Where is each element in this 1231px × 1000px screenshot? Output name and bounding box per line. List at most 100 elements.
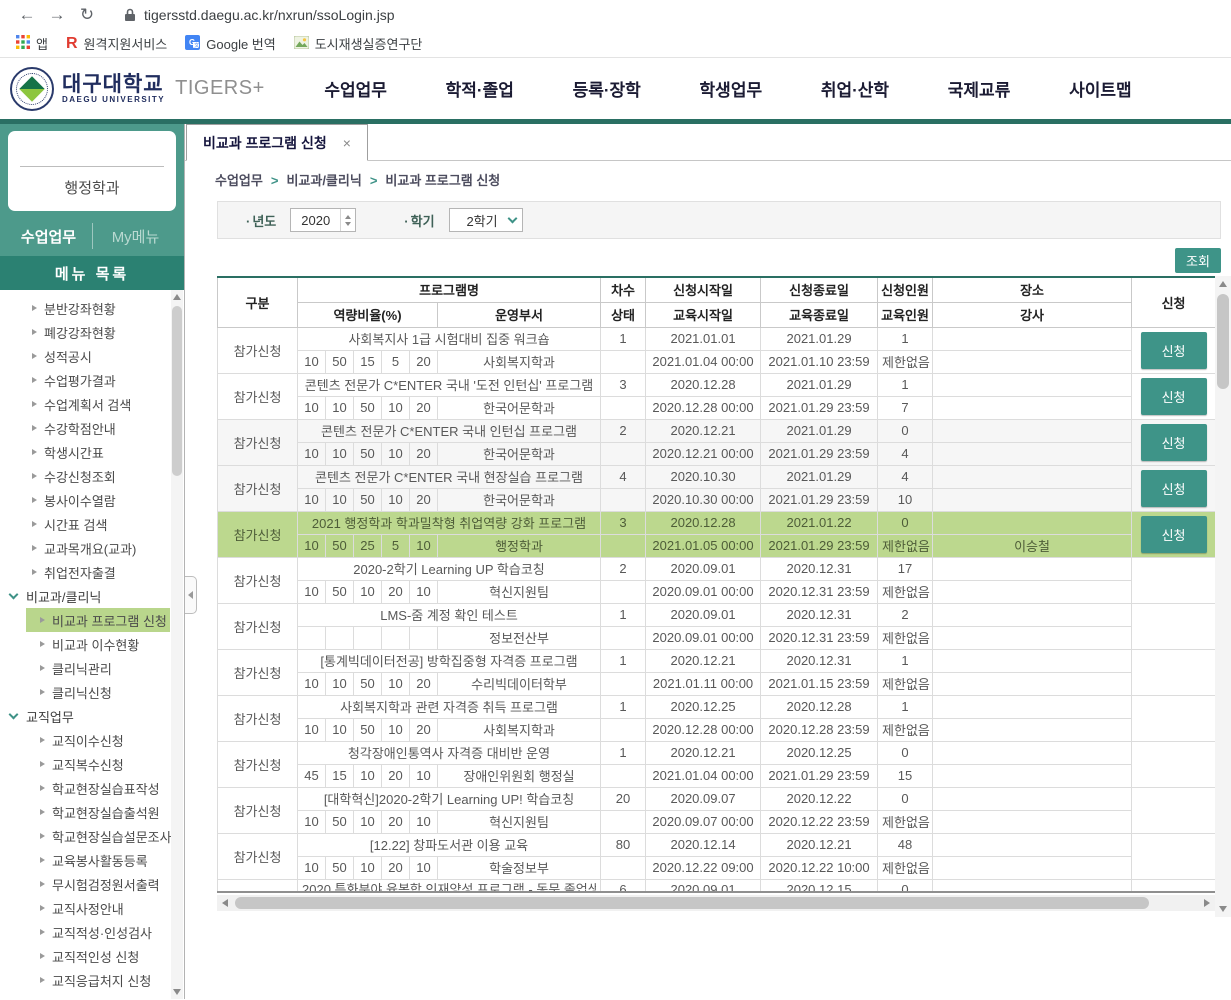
sidebar-item-학생시간표[interactable]: 학생시간표 (0, 440, 170, 464)
bookmark-label: 앱 (36, 34, 48, 53)
apply-button[interactable]: 신청 (1141, 470, 1207, 507)
cell-apply (1132, 557, 1216, 603)
nav-item-4[interactable]: 취업·산학 (821, 76, 889, 101)
search-button[interactable]: 조회 (1175, 248, 1221, 273)
scroll-down-icon[interactable] (173, 989, 181, 995)
scroll-down-icon[interactable] (1219, 906, 1227, 912)
cell-edu-end: 2020.12.31 23:59 (761, 626, 878, 649)
sidebar-item-클리닉관리[interactable]: 클리닉관리 (0, 656, 170, 680)
sidebar-item-분반강좌현황[interactable]: 분반강좌현황 (0, 296, 170, 320)
sidebar-item-시간표 검색[interactable]: 시간표 검색 (0, 512, 170, 536)
scroll-up-icon[interactable] (173, 294, 181, 300)
back-icon[interactable]: ← (12, 5, 42, 25)
sidebar-item-학교현장실습설문조사[interactable]: 학교현장실습설문조사 (0, 824, 170, 848)
nav-item-1[interactable]: 학적·졸업 (446, 76, 514, 101)
sidebar-item-수업평가결과[interactable]: 수업평가결과 (0, 368, 170, 392)
address-bar[interactable]: tigersstd.daegu.ac.kr/nxrun/ssoLogin.jsp (144, 7, 395, 23)
scroll-up-icon[interactable] (1219, 281, 1227, 287)
sidebar-item-취업전자출결[interactable]: 취업전자출결 (0, 560, 170, 584)
bookmark-label: Google 번역 (206, 34, 275, 53)
sidebar-item-비교과 프로그램 신청[interactable]: 비교과 프로그램 신청 (26, 608, 170, 632)
close-icon[interactable]: × (343, 135, 351, 151)
cell-place (933, 695, 1132, 718)
nav-item-3[interactable]: 학생업무 (700, 76, 763, 101)
cell-applicants: 1 (878, 695, 933, 718)
tab-noncurricular-apply[interactable]: 비교과 프로그램 신청 × (186, 124, 368, 161)
sidebar-item-학교현장실습표작성[interactable]: 학교현장실습표작성 (0, 776, 170, 800)
cell-place (933, 741, 1132, 764)
scroll-right-icon[interactable] (1204, 899, 1210, 907)
apply-button[interactable]: 신청 (1141, 424, 1207, 461)
triangle-bullet-icon (32, 329, 37, 335)
scroll-left-icon[interactable] (222, 899, 228, 907)
nav-item-5[interactable]: 국제교류 (948, 76, 1011, 101)
bookmark-research-site[interactable]: 도시재생실증연구단 (290, 32, 433, 55)
cell-program: 사회복지학과 관련 자격증 취득 프로그램 (298, 695, 601, 718)
sidebar-item-교직적인성 신청[interactable]: 교직적인성 신청 (0, 944, 170, 968)
table-horizontal-scrollbar[interactable] (217, 895, 1215, 911)
cell-round: 1 (601, 327, 646, 350)
sidebar-item-수강학점안내[interactable]: 수강학점안내 (0, 416, 170, 440)
scrollbar-thumb[interactable] (235, 897, 1149, 909)
cell-ratio: 45 (298, 764, 326, 787)
cell-apply: 신청 (1132, 511, 1216, 557)
sidebar-item-교직사정안내[interactable]: 교직사정안내 (0, 896, 170, 920)
triangle-bullet-icon (40, 689, 45, 695)
sidebar-item-비교과 이수현황[interactable]: 비교과 이수현황 (0, 632, 170, 656)
cell-ratio: 20 (410, 396, 438, 419)
sidebar-item-폐강강좌현황[interactable]: 폐강강좌현황 (0, 320, 170, 344)
sidebar-section-비교과/클리닉[interactable]: 비교과/클리닉 (0, 584, 170, 608)
nav-item-6[interactable]: 사이트맵 (1069, 76, 1132, 101)
cell-dept: 혁신지원팀 (438, 810, 601, 833)
scrollbar-thumb[interactable] (1217, 294, 1229, 389)
nav-item-0[interactable]: 수업업무 (324, 76, 387, 101)
program-row-detail: 4515102010장애인위원회 행정실2021.01.04 00:002021… (218, 764, 1216, 787)
reload-icon[interactable]: ↻ (72, 5, 102, 25)
menu-label: 폐강강좌현황 (44, 323, 116, 342)
sidebar-item-교직복수신청[interactable]: 교직복수신청 (0, 752, 170, 776)
bookmark-google-translate[interactable]: G文 Google 번역 (181, 32, 285, 55)
spinner-icon[interactable] (340, 209, 355, 231)
cell-ratio: 10 (326, 396, 354, 419)
sidebar-item-클리닉신청[interactable]: 클리닉신청 (0, 680, 170, 704)
sidebar-item-교과목개요(교과)[interactable]: 교과목개요(교과) (0, 536, 170, 560)
year-input[interactable]: 2020 (290, 208, 356, 232)
cell-edu-end: 2021.01.29 23:59 (761, 488, 878, 511)
menu-list-title: 메뉴 목록 (0, 256, 184, 290)
sidebar-item-학교현장실습출석원[interactable]: 학교현장실습출석원 (0, 800, 170, 824)
sidebar-item-성적공시[interactable]: 성적공시 (0, 344, 170, 368)
triangle-bullet-icon (40, 641, 45, 647)
bookmark-remote-support[interactable]: R 원격지원서비스 (62, 32, 177, 55)
sidebar-scrollbar[interactable] (171, 290, 183, 999)
forward-icon[interactable]: → (42, 5, 72, 25)
bookmark-apps[interactable]: 앱 (12, 32, 58, 55)
sidebar-item-봉사이수열람[interactable]: 봉사이수열람 (0, 488, 170, 512)
sidebar-tab-mymenu[interactable]: My메뉴 (93, 226, 179, 247)
tab-title: 비교과 프로그램 신청 (203, 133, 327, 153)
sidebar-collapse-handle[interactable] (185, 576, 197, 614)
menu-label: 교직응급처지 신청 (52, 971, 151, 990)
cell-apply-end: 2020.12.31 (761, 603, 878, 626)
sidebar-item-무시험검정원서출력[interactable]: 무시험검정원서출력 (0, 872, 170, 896)
sidebar-item-교직응급처지 신청[interactable]: 교직응급처지 신청 (0, 968, 170, 992)
sidebar-item-교직이수신청[interactable]: 교직이수신청 (0, 728, 170, 752)
triangle-bullet-icon (40, 665, 45, 671)
sidebar-item-교직적성·인성검사[interactable]: 교직적성·인성검사 (0, 920, 170, 944)
sidebar-section-교직업무[interactable]: 교직업무 (0, 704, 170, 728)
sidebar-item-교육봉사활동등록[interactable]: 교육봉사활동등록 (0, 848, 170, 872)
cell-instructor (933, 810, 1132, 833)
apply-button[interactable]: 신청 (1141, 332, 1207, 369)
sidebar-item-수업계획서 검색[interactable]: 수업계획서 검색 (0, 392, 170, 416)
sidebar-item-수강신청조회[interactable]: 수강신청조회 (0, 464, 170, 488)
nav-item-2[interactable]: 등록·장학 (573, 76, 641, 101)
cell-program: 콘텐츠 전문가 C*ENTER 국내 인턴십 프로그램 (298, 419, 601, 442)
semester-select[interactable]: 2학기 (449, 208, 523, 232)
apply-button[interactable]: 신청 (1141, 378, 1207, 415)
scrollbar-thumb[interactable] (172, 306, 182, 476)
cell-status (601, 672, 646, 695)
table-vertical-scrollbar[interactable] (1215, 276, 1231, 917)
sidebar-tab-work[interactable]: 수업업무 (6, 226, 92, 247)
cell-program: 콘텐츠 전문가 C*ENTER 국내 '도전 인턴십' 프로그램 (298, 373, 601, 396)
university-logo[interactable]: 대구대학교 DAEGU UNIVERSITY TIGERS+ (10, 67, 265, 111)
apply-button[interactable]: 신청 (1141, 516, 1207, 553)
